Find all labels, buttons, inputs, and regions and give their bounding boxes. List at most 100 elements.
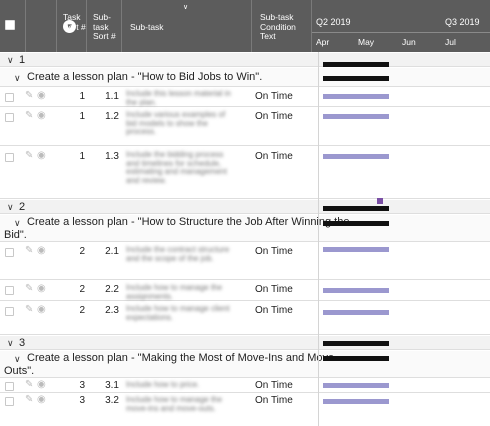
gantt-divider[interactable] [318,52,319,426]
collapse-icon[interactable]: ∨ [7,338,14,349]
group-row: ∨ 2 [0,200,490,214]
select-all-cell [0,0,26,52]
subtask-sort-cell: 3.2 [105,395,119,406]
task-name: Create a lesson plan - "How to Bid Jobs … [27,71,263,83]
subtask-bar[interactable] [323,288,389,293]
task-sort-cell: 2 [79,305,85,316]
grid-header: ▼ Task Sort # ∨ Sub-task Sort # Sub-task… [0,0,490,52]
subtask-bar[interactable] [323,399,389,404]
condition-cell: On Time [255,305,293,316]
condition-cell: On Time [255,284,293,295]
subtask-sort-cell: 1.1 [105,91,119,102]
group-summary-bar[interactable] [323,341,389,346]
collapse-icon[interactable]: ∨ [7,55,14,66]
subtask-text-blurred: Include how to manage the assignments. [126,284,223,300]
view-icon[interactable]: ◉ [37,394,46,405]
subtask-bar[interactable] [323,94,389,99]
gantt-month-may: May [358,37,375,47]
table-row: ✎ ◉ 1 1.3 Include the bidding process an… [0,147,490,199]
view-icon[interactable]: ◉ [37,245,46,256]
view-icon[interactable]: ◉ [37,90,46,101]
row-checkbox[interactable] [5,248,14,257]
edit-icon[interactable]: ✎ [25,394,33,405]
task-summary-bar[interactable] [323,221,389,226]
view-icon[interactable]: ◉ [37,283,46,294]
collapse-icon[interactable]: ∨ [7,202,14,213]
table-row: ✎ ◉ 1 1.2 Include various examples of bi… [0,108,490,146]
group-summary-bar[interactable] [323,62,389,67]
row-checkbox[interactable] [5,93,14,102]
group-row: ∨ 3 [0,336,490,350]
task-row: ∨ Create a lesson plan - "Making the Mos… [0,351,490,378]
gantt-month-apr: Apr [316,37,330,47]
row-checkbox[interactable] [5,286,14,295]
collapse-icon[interactable]: ∨ [14,218,21,229]
row-checkbox[interactable] [5,113,14,122]
task-name: Create a lesson plan - "How to Structure… [27,216,350,228]
group-number: 3 [19,337,26,349]
subtask-sort-cell: 2.1 [105,246,119,257]
edit-icon[interactable]: ✎ [25,379,33,390]
subtask-sort-cell: 2.2 [105,284,119,295]
subtask-text-blurred: Include the bidding process and timeline… [126,151,227,185]
subtask-bar[interactable] [323,114,389,119]
subtask-column-header[interactable]: Sub-task [122,0,252,52]
edit-icon[interactable]: ✎ [25,110,33,121]
collapse-icon[interactable]: ∨ [14,73,21,84]
subtask-sort-cell: 3.1 [105,380,119,391]
subtask-header-label: Sub-task [130,22,164,32]
edit-icon[interactable]: ✎ [25,90,33,101]
table-row: ✎ ◉ 3 3.1 Include how to price. On Time [0,379,490,393]
task-sort-cell: 1 [79,151,85,162]
expand-all-cell: ▼ [26,0,76,52]
condition-cell: On Time [255,111,293,122]
group-number: 2 [19,201,26,213]
table-row: ✎ ◉ 1 1.1 Include this lesson material i… [0,88,490,107]
subtask-bar[interactable] [323,247,389,252]
gantt-quarter-q2: Q2 2019 [316,17,351,27]
subtask-sort-header-label: Sub-task Sort # [93,12,116,41]
milestone-marker[interactable] [377,198,383,204]
edit-icon[interactable]: ✎ [25,245,33,256]
view-icon[interactable]: ◉ [37,110,46,121]
view-icon[interactable]: ◉ [37,150,46,161]
row-checkbox[interactable] [5,307,14,316]
subtask-bar[interactable] [323,154,389,159]
edit-icon[interactable]: ✎ [25,283,33,294]
task-name-continued: Bid". [4,229,27,241]
task-name-continued: Outs". [4,365,35,377]
select-all-checkbox[interactable] [5,20,15,30]
subtask-bar[interactable] [323,310,389,315]
task-sort-cell: 3 [79,380,85,391]
condition-column-header[interactable]: Sub-task Condition Text [252,0,312,52]
edit-icon[interactable]: ✎ [25,304,33,315]
task-sort-cell: 1 [79,91,85,102]
task-sort-cell: 1 [79,111,85,122]
gantt-month-jul: Jul [445,37,456,47]
group-summary-bar[interactable] [323,206,389,211]
table-row: ✎ ◉ 2 2.1 Include the contract structure… [0,243,490,280]
group-row: ∨ 1 [0,53,490,67]
edit-icon[interactable]: ✎ [25,150,33,161]
task-sort-header-label: Task Sort # [63,12,86,32]
task-sort-cell: 2 [79,284,85,295]
view-icon[interactable]: ◉ [37,304,46,315]
subtask-bar[interactable] [323,383,389,388]
subtask-text-blurred: Include the contract structure and the s… [126,246,230,263]
subtask-sort-column-header[interactable]: ∨ Sub-task Sort # [87,0,188,52]
task-row: ∨ Create a lesson plan - "How to Bid Job… [0,68,490,87]
row-checkbox[interactable] [5,153,14,162]
subtask-sort-cell: 1.3 [105,151,119,162]
condition-cell: On Time [255,246,293,257]
row-checkbox[interactable] [5,382,14,391]
task-row: ∨ Create a lesson plan - "How to Structu… [0,215,490,242]
task-sort-column-header[interactable]: Task Sort # [57,0,87,52]
row-checkbox[interactable] [5,397,14,406]
subtask-sort-cell: 1.2 [105,111,119,122]
task-summary-bar[interactable] [323,356,389,361]
view-icon[interactable]: ◉ [37,379,46,390]
task-name: Create a lesson plan - "Making the Most … [27,352,338,364]
task-summary-bar[interactable] [323,76,389,81]
collapse-icon[interactable]: ∨ [14,354,21,365]
gantt-quarter-q3: Q3 2019 [445,17,480,27]
